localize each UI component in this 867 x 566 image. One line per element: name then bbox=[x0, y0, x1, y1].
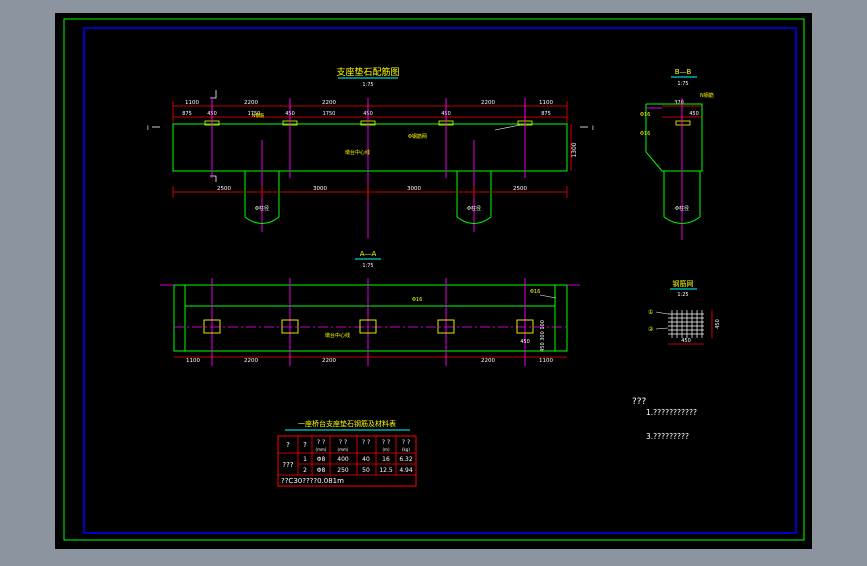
top-dim-2: 2200 bbox=[244, 100, 258, 106]
bottom-dim-4: 2500 bbox=[513, 186, 527, 192]
section-bb-label-b: Φ16 bbox=[640, 131, 650, 137]
mesh-scale: 1:25 bbox=[677, 292, 688, 298]
row1-len: 400 bbox=[337, 456, 349, 463]
plan-title: A—A bbox=[360, 250, 377, 258]
table-footer: ??C30????0.081m bbox=[281, 477, 344, 485]
notes-item-1: 1.??????????? bbox=[646, 408, 697, 417]
top-dim-4: 2200 bbox=[481, 100, 495, 106]
row2-len: 250 bbox=[337, 467, 349, 474]
note-top: N钢筋 bbox=[252, 112, 265, 119]
section-mark-left: I bbox=[147, 125, 149, 132]
table-title: 一座桥台支座垫石钢筋及材料表 bbox=[298, 419, 396, 428]
row2-count: 50 bbox=[362, 467, 370, 474]
plan-label-b: Φ16 bbox=[530, 289, 540, 295]
notes-item-3: 3.????????? bbox=[646, 432, 689, 441]
plan-label-axis: 墩台中心线 bbox=[325, 332, 350, 339]
row2-no: 2 bbox=[303, 467, 307, 474]
plan-dim-3: 2200 bbox=[322, 358, 336, 364]
drawing-sheet bbox=[55, 13, 812, 549]
row1-count: 40 bbox=[362, 456, 370, 463]
plan-dim-2: 2200 bbox=[244, 358, 258, 364]
table-subheader-5: (kg) bbox=[402, 447, 410, 452]
top-dim-1: 1100 bbox=[185, 100, 199, 106]
notes-heading: ??? bbox=[632, 397, 647, 407]
section-bb-dim-pad: 450 bbox=[689, 111, 699, 117]
section-bb-title: B—B bbox=[675, 68, 692, 76]
mesh-dim-bottom: 450 bbox=[681, 338, 691, 344]
table-header-7: ? ? bbox=[402, 439, 410, 446]
plan-dim-4: 2200 bbox=[481, 358, 495, 364]
height-dim: 1300 bbox=[571, 142, 578, 157]
mesh-mark-2: ② bbox=[648, 326, 654, 333]
elevation-title: 支座垫石配筋图 bbox=[336, 66, 399, 78]
note-axis: 墩台中心线 bbox=[345, 149, 370, 156]
pier-label-right: Φ柱径 bbox=[467, 205, 481, 212]
table-header-4: ? ? bbox=[339, 439, 347, 446]
bottom-dim-2: 3000 bbox=[313, 186, 327, 192]
pier-label-left: Φ柱径 bbox=[255, 205, 269, 212]
note-rebar: Φ钢筋网 bbox=[408, 133, 427, 140]
table-row-group: ??? bbox=[282, 461, 293, 469]
section-bb-label-a: Φ16 bbox=[640, 112, 650, 118]
table-subheader-2: (mm) bbox=[338, 447, 349, 452]
plan-label-a: Φ16 bbox=[412, 297, 422, 303]
section-bb-label-pier: Φ柱径 bbox=[675, 205, 689, 212]
cad-drawing-canvas: 支座垫石配筋图 1:75 1100 2200 2200 2200 1100 87… bbox=[0, 0, 867, 562]
top-dim-3: 2200 bbox=[322, 100, 336, 106]
table-subheader-4: (m) bbox=[382, 447, 389, 452]
table-header-6: ? ? bbox=[382, 439, 390, 446]
pad-dim-6: 1750 bbox=[323, 111, 336, 117]
bottom-dim-1: 2500 bbox=[217, 186, 231, 192]
row2-weight: 4.94 bbox=[399, 467, 413, 474]
pad-dim-8: 875 bbox=[541, 111, 551, 117]
plan-dim-5: 1100 bbox=[539, 358, 553, 364]
table-subheader-1: (mm) bbox=[316, 447, 327, 452]
pad-dim-1: 875 bbox=[182, 111, 192, 117]
section-bb-scale: 1:75 bbox=[677, 81, 688, 87]
section-mark-right: I bbox=[592, 125, 594, 132]
top-dim-5: 1100 bbox=[539, 100, 553, 106]
plan-dim-1: 1100 bbox=[186, 358, 200, 364]
plan-scale: 1:75 bbox=[362, 263, 373, 269]
plan-side-dims: 450 300 100 bbox=[540, 320, 546, 352]
row2-dia: Φ8 bbox=[317, 467, 326, 474]
table-header-5: ? ? bbox=[362, 439, 370, 446]
row1-no: 1 bbox=[303, 456, 307, 463]
section-bb-label-c: N钢筋 bbox=[700, 92, 714, 99]
row2-total: 12.5 bbox=[379, 467, 393, 474]
table-header-3: ? ? bbox=[317, 439, 325, 446]
mesh-dim-side: 450 bbox=[715, 319, 721, 329]
table-header-1: ? bbox=[286, 441, 290, 449]
row1-total: 16 bbox=[382, 456, 390, 463]
elevation-scale: 1:75 bbox=[362, 82, 373, 88]
plan-pad-dim: 450 bbox=[520, 339, 530, 345]
table-header-2: ? bbox=[303, 441, 307, 449]
row1-weight: 6.32 bbox=[399, 456, 413, 463]
bottom-dim-3: 3000 bbox=[407, 186, 421, 192]
mesh-mark-1: ① bbox=[648, 309, 653, 316]
row1-dia: Φ8 bbox=[317, 456, 326, 463]
mesh-title: 钢筋网 bbox=[673, 279, 694, 288]
